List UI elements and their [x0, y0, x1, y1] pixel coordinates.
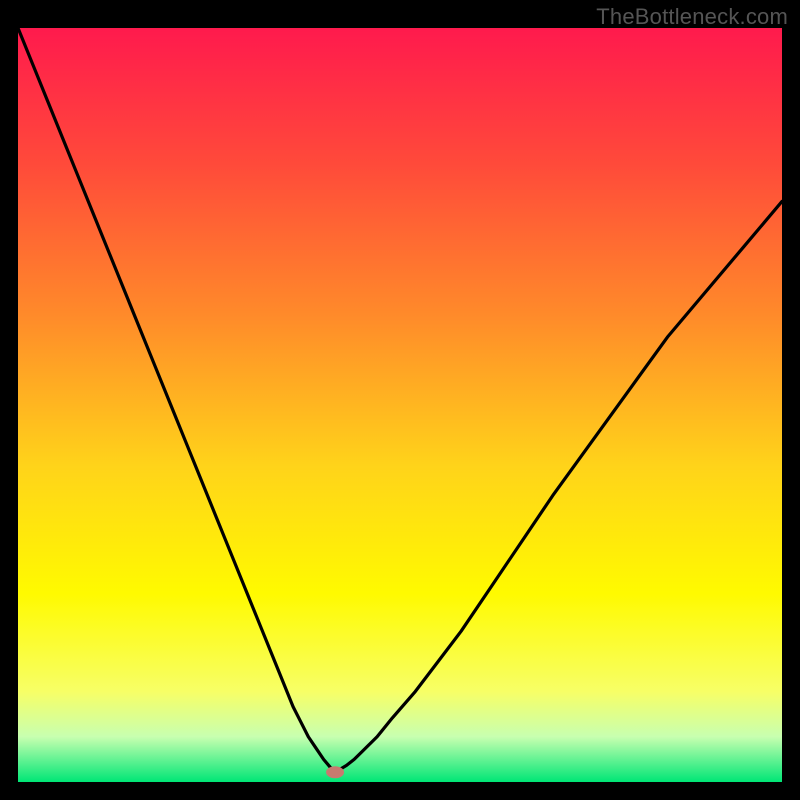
chart-background [18, 28, 782, 782]
chart-plot-area [18, 28, 782, 782]
watermark-text: TheBottleneck.com [596, 4, 788, 30]
optimal-marker [326, 766, 344, 778]
chart-frame: TheBottleneck.com [0, 0, 800, 800]
chart-svg [18, 28, 782, 782]
